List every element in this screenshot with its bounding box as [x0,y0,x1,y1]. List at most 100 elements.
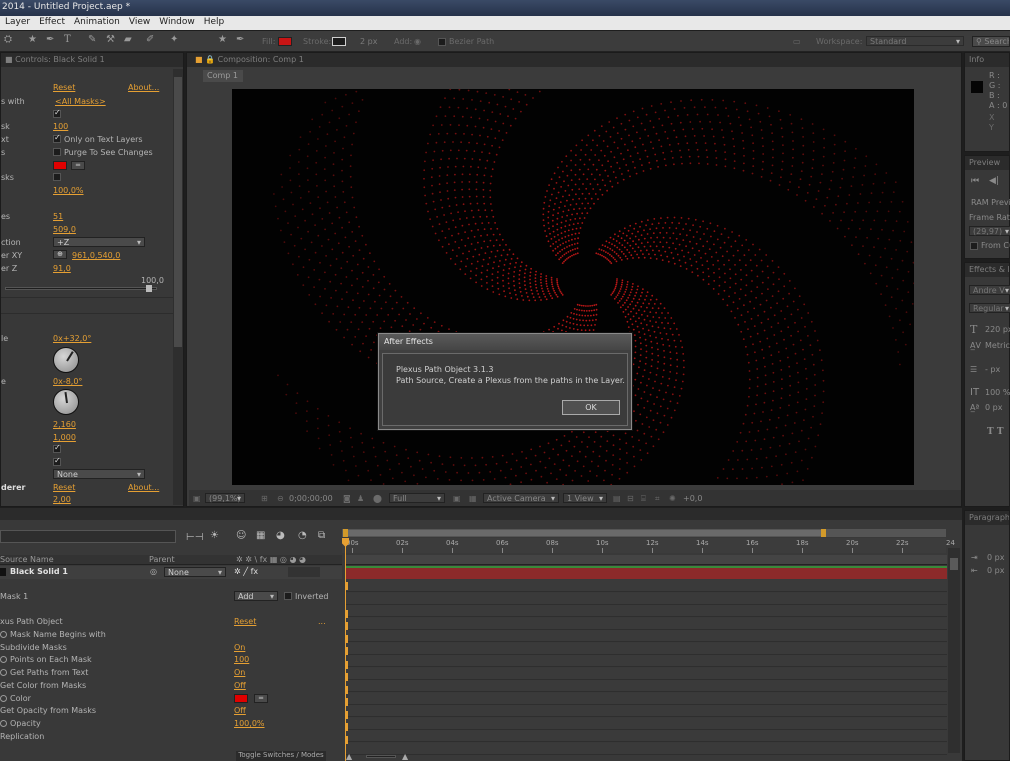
faux-bold-button[interactable]: T T [987,427,1004,437]
keyboard-icon[interactable]: ▭ [793,37,801,46]
timeline-scrollbar[interactable] [948,548,960,753]
radius-value[interactable]: 509,0 [53,225,76,234]
eyedropper-icon[interactable]: ═ [254,694,268,703]
toggle-pixel-icon[interactable]: ▤ [613,494,621,503]
prop-value[interactable]: Off [234,706,246,715]
center-xy-value[interactable]: 961,0,540,0 [72,251,120,260]
rotation-dial[interactable] [53,389,79,415]
pick-whip-icon[interactable]: ◎ [150,567,157,576]
menu-view[interactable]: View [129,17,150,27]
points-value[interactable]: 100 [53,122,68,131]
center-z-value[interactable]: 91,0 [53,264,71,273]
brainstorm-icon[interactable]: ⧉ [318,530,325,541]
effect-controls-tab[interactable]: ■ Controls: Black Solid 1 [1,53,183,67]
safe-zones-icon[interactable]: ⊞ [261,494,268,503]
layer-duration-bar[interactable] [346,566,947,579]
resolution-dropdown[interactable]: Full [389,493,445,503]
search-help-input[interactable]: ⚲ Search [972,36,1010,47]
star-shape-icon[interactable]: ★ [218,34,227,45]
mask-name-value[interactable]: <All Masks> [55,97,106,106]
bezier-checkbox[interactable] [438,38,446,46]
reset-link[interactable]: Reset [53,83,75,92]
first-frame-icon[interactable]: ⏮ [971,176,979,186]
layer-switch-boxes[interactable] [288,567,320,577]
kerning-value[interactable]: Metrics [985,341,1010,350]
flowchart-icon[interactable]: ⌗ [655,494,660,504]
timeline-track[interactable] [346,580,947,592]
snapshot-icon[interactable]: ◙ [343,494,351,503]
star-tool-icon[interactable]: ★ [28,34,37,45]
timeline-track[interactable] [346,642,947,655]
fast-previews-icon[interactable]: ⊟ [627,494,634,503]
from-current-checkbox[interactable] [970,242,978,250]
param-checkbox-a[interactable] [53,443,61,453]
direction-dropdown[interactable]: +Z [53,237,145,247]
slider-thumb[interactable] [146,285,152,292]
angle-dial[interactable] [53,347,79,373]
timeline-track[interactable] [346,617,947,630]
param-value-b[interactable]: 1,000 [53,433,76,442]
param-value-a[interactable]: 2,160 [53,420,76,429]
renderer-value[interactable]: 2,00 [53,495,71,504]
work-area-end-handle[interactable] [821,529,826,537]
stopwatch-icon[interactable] [0,669,7,676]
pen-icon[interactable]: ✒ [236,34,244,45]
workspace-dropdown[interactable]: Standard [866,36,964,46]
always-preview-icon[interactable]: ▣ [193,494,201,503]
baseline-value[interactable]: 0 px [985,403,1002,412]
exposure-value[interactable]: +0,0 [683,494,702,503]
stopwatch-icon[interactable] [0,656,7,663]
renderer-about-link[interactable]: About... [128,483,159,492]
work-area-range[interactable] [345,530,823,536]
zoom-in-icon[interactable]: ▲ [402,752,408,761]
color-swatch[interactable] [234,694,248,703]
timeline-scroll-thumb[interactable] [950,558,958,570]
menu-effect[interactable]: Effect [39,17,65,27]
timeline-zoom-slider[interactable] [366,755,396,758]
parent-header[interactable]: Parent [149,555,175,564]
toggle-switches-modes-button[interactable]: Toggle Switches / Modes [236,751,326,761]
composition-tab[interactable]: ■ 🔒 Composition: Comp 1 [187,53,961,67]
brush-tool-icon[interactable]: ✎ [88,34,96,45]
shy-layers-icon[interactable]: ☺ [236,530,246,541]
timeline-track[interactable] [346,680,947,692]
space-before-value[interactable]: 0 px [987,566,1004,575]
subdivide-checkbox[interactable] [53,108,61,118]
about-link[interactable]: About... [128,83,159,92]
stopwatch-icon[interactable] [0,631,7,638]
prop-value[interactable]: On [234,668,245,677]
graph-editor-icon[interactable]: ◔ [298,530,307,541]
indent-left-value[interactable]: 0 px [987,553,1004,562]
timecode[interactable]: 0;00;00;00 [289,494,333,503]
scroll-thumb[interactable] [174,77,182,347]
stopwatch-icon[interactable] [0,695,7,702]
angle-value[interactable]: 0x+32,0° [53,334,91,343]
region-icon[interactable]: ▣ [453,494,461,503]
effects-presets-tab[interactable]: Effects & P [965,263,1009,277]
layer-name[interactable]: Black Solid 1 [10,567,68,576]
frame-blending-icon[interactable]: ▦ [256,530,265,541]
camera-dropdown[interactable]: Active Camera [483,493,559,503]
eraser-tool-icon[interactable]: ▰ [124,34,132,45]
fill-swatch[interactable] [278,37,292,46]
pen-tool-icon[interactable]: ✒ [46,34,54,45]
prev-frame-icon[interactable]: ◀| [989,176,999,186]
timeline-track[interactable] [346,667,947,680]
preview-tab[interactable]: Preview [965,156,1009,170]
menu-layer[interactable]: Layer [5,17,30,27]
crosshair-icon[interactable]: ⊕ [53,250,67,259]
prop-value[interactable]: 100,0% [234,719,265,728]
timeline-track[interactable] [346,630,947,642]
purge-checkbox[interactable] [53,148,61,156]
font-family-dropdown[interactable]: Andre V [969,285,1010,295]
views-dropdown[interactable]: 1 View [563,493,607,503]
copies-value[interactable]: 51 [53,212,63,221]
paragraph-tab[interactable]: Paragraph [965,511,1009,525]
prop-value[interactable]: Reset [234,617,256,626]
param-dropdown[interactable]: None [53,469,145,479]
time-ruler[interactable]: 00s 02s 04s 06s 08s 10s 12s 14s 16s 18s 20s 22s 24 [342,538,955,553]
work-area-bar[interactable] [342,529,946,537]
eyedropper-icon[interactable]: ═ [71,161,85,170]
timeline-track[interactable] [346,692,947,705]
add-icon[interactable]: ◉ [414,37,421,46]
